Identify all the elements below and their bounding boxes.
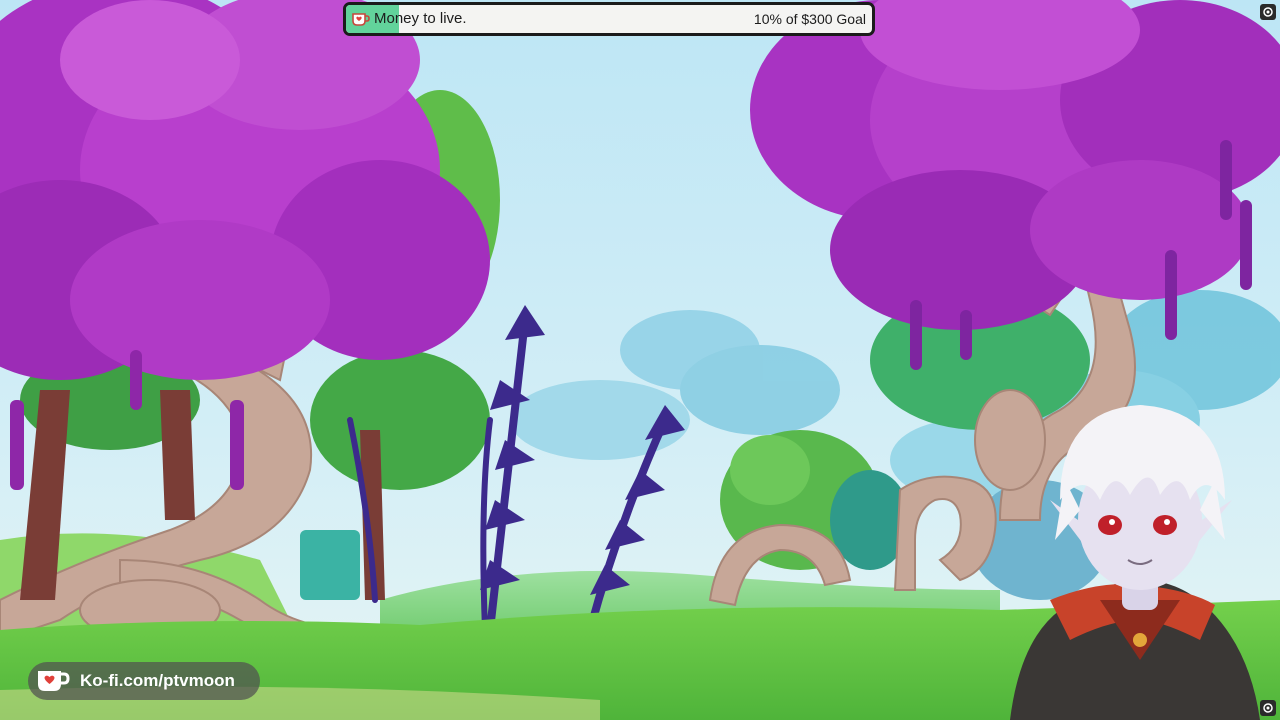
kofi-cup-icon xyxy=(38,671,70,691)
left-tree-canopy xyxy=(0,0,490,380)
kofi-link-text: Ko-fi.com/ptvmoon xyxy=(80,671,235,690)
kofi-cup-icon xyxy=(352,13,370,26)
donation-goal-bar: Money to live. 10% of $300 Goal xyxy=(343,2,875,36)
kofi-link-badge: Ko-fi.com/ptvmoon xyxy=(28,662,260,700)
screen-capture-icon[interactable] xyxy=(1260,700,1276,716)
goal-title: Money to live. xyxy=(374,10,467,27)
goal-status: 10% of $300 Goal xyxy=(753,11,866,27)
screen-capture-icon[interactable] xyxy=(1260,4,1276,20)
game-scene xyxy=(0,0,1280,720)
